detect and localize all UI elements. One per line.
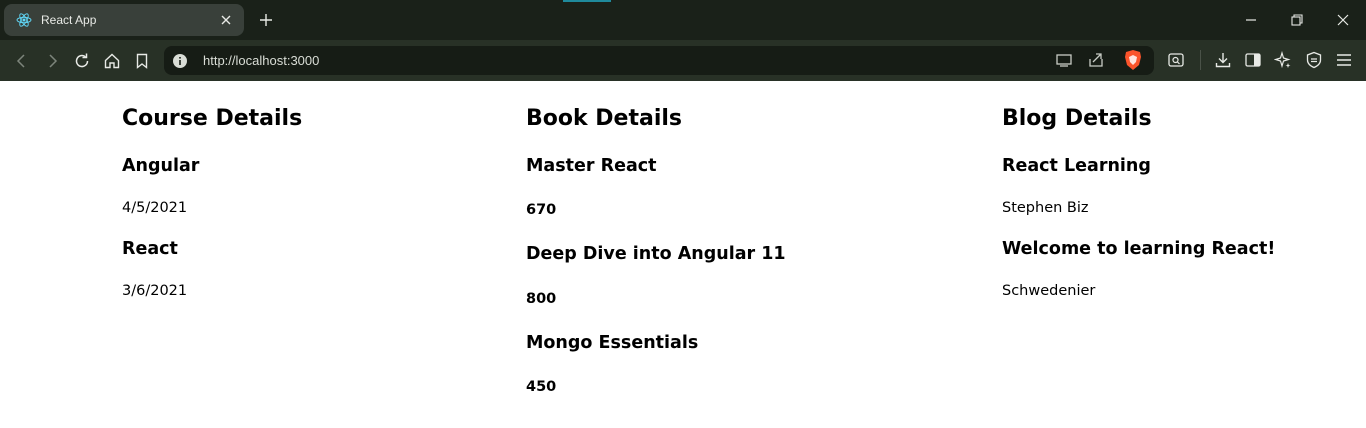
- reload-icon[interactable]: [70, 49, 94, 73]
- forward-icon[interactable]: [40, 49, 64, 73]
- search-page-icon[interactable]: [1164, 48, 1188, 72]
- course-name: Angular: [122, 156, 200, 176]
- new-tab-icon[interactable]: [254, 8, 278, 32]
- book-name: Deep Dive into Angular 11: [526, 244, 786, 264]
- close-window-icon[interactable]: [1320, 0, 1366, 40]
- menu-icon[interactable]: [1332, 48, 1356, 72]
- titlebar-accent-strip: [563, 0, 611, 2]
- course-name: React: [122, 239, 178, 259]
- page-content: Course Details Angular 4/5/2021 React 3/…: [0, 81, 1366, 428]
- book-price: 450: [526, 379, 557, 395]
- sidebar-icon[interactable]: [1241, 48, 1265, 72]
- leo-ai-icon[interactable]: [1271, 48, 1295, 72]
- book-price: 670: [526, 202, 557, 218]
- blog-title: Welcome to learning React!: [1002, 239, 1276, 259]
- book-name: Mongo Essentials: [526, 333, 699, 353]
- toolbar-divider: [1200, 50, 1201, 70]
- download-icon[interactable]: [1211, 48, 1235, 72]
- url-text[interactable]: http://localhost:3000: [203, 53, 319, 68]
- home-icon[interactable]: [100, 49, 124, 73]
- tab-title: React App: [41, 13, 97, 27]
- tab-close-icon[interactable]: [218, 12, 234, 28]
- restore-icon[interactable]: [1274, 0, 1320, 40]
- book-name: Master React: [526, 156, 657, 176]
- bookmark-icon[interactable]: [130, 49, 154, 73]
- course-date: 4/5/2021: [122, 200, 188, 216]
- share-icon[interactable]: [1084, 48, 1108, 72]
- back-icon[interactable]: [10, 49, 34, 73]
- brave-shields-icon[interactable]: [1120, 48, 1146, 72]
- book-details-heading: Book Details: [526, 106, 683, 131]
- browser-titlebar: React App: [0, 0, 1366, 40]
- book-price: 800: [526, 291, 557, 307]
- course-date: 3/6/2021: [122, 283, 188, 299]
- course-details-heading: Course Details: [122, 106, 303, 131]
- blog-title: React Learning: [1002, 156, 1151, 176]
- site-info-icon[interactable]: [170, 51, 190, 71]
- minimize-icon[interactable]: [1228, 0, 1274, 40]
- blog-author: Stephen Biz: [1002, 200, 1089, 216]
- browser-tab[interactable]: React App: [4, 4, 244, 36]
- blog-details-heading: Blog Details: [1002, 106, 1152, 131]
- blog-author: Schwedenier: [1002, 283, 1096, 299]
- react-logo-icon: [16, 12, 32, 28]
- vpn-shield-icon[interactable]: [1302, 48, 1326, 72]
- cast-icon[interactable]: [1052, 48, 1076, 72]
